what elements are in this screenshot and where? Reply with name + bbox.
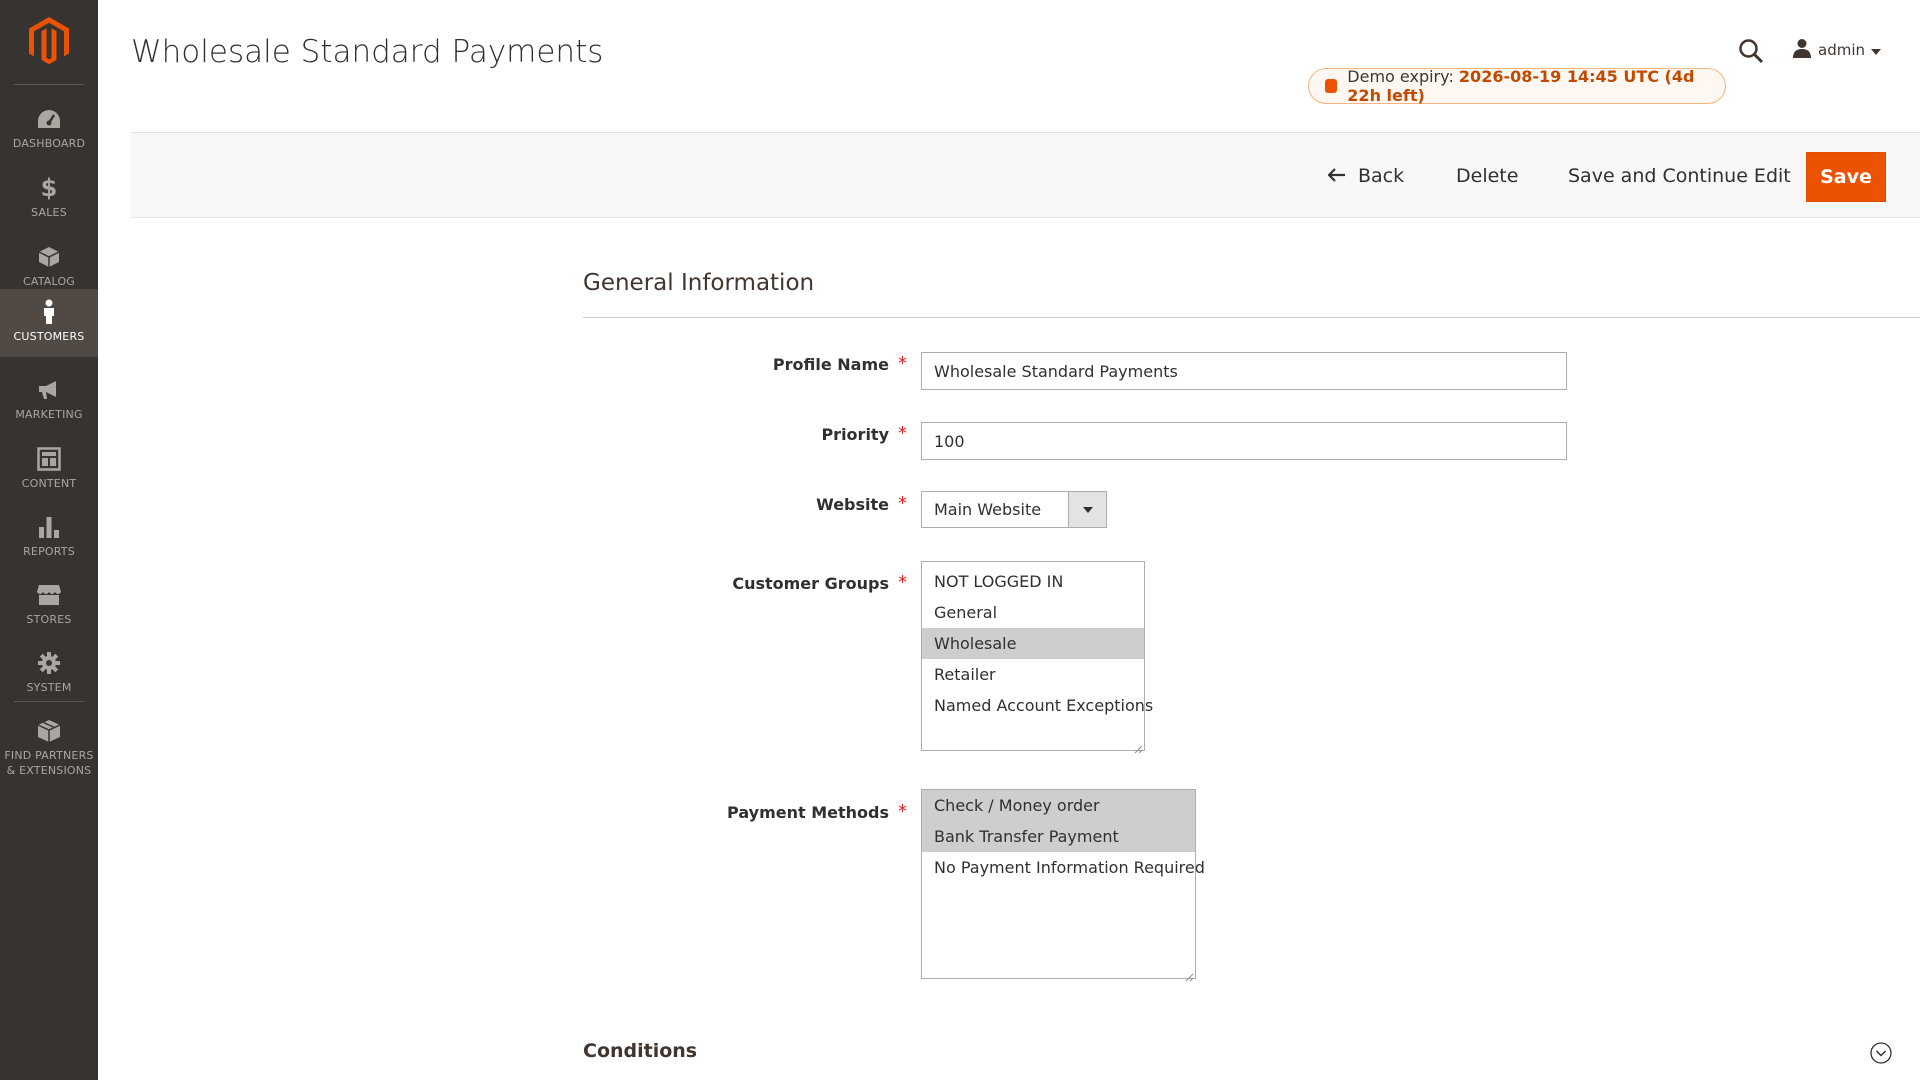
- sidebar-item-system[interactable]: SYSTEM: [0, 640, 98, 708]
- payment-methods-label: Payment Methods: [727, 803, 889, 822]
- admin-user-menu[interactable]: admin: [1792, 38, 1881, 62]
- search-icon[interactable]: [1738, 38, 1764, 64]
- required-marker: *: [898, 801, 907, 822]
- section-divider: [583, 317, 1920, 318]
- arrow-left-icon: [1327, 165, 1346, 187]
- back-button[interactable]: Back: [1327, 133, 1405, 219]
- chevron-down-icon: [1871, 41, 1881, 59]
- resize-handle-icon[interactable]: [1184, 967, 1194, 982]
- payment-method-option[interactable]: No Payment Information Required: [922, 852, 1205, 883]
- required-marker: *: [898, 493, 907, 514]
- website-select[interactable]: Main Website: [921, 491, 1107, 528]
- customer-group-option[interactable]: Named Account Exceptions: [922, 690, 1153, 721]
- sidebar-item-label: FIND PARTNERS & EXTENSIONS: [4, 748, 93, 778]
- sidebar-item-content[interactable]: CONTENT: [0, 436, 98, 504]
- status-square-icon: [1325, 79, 1338, 93]
- sidebar-item-stores[interactable]: STORES: [0, 572, 98, 640]
- required-marker: *: [898, 353, 907, 374]
- sidebar-item-label: CUSTOMERS: [13, 330, 85, 343]
- resize-handle-icon[interactable]: [1133, 739, 1143, 754]
- admin-sidebar: DASHBOARD $ SALES CATALOG CUSTOMERS MARK…: [0, 0, 98, 1080]
- box-icon: [38, 244, 60, 270]
- back-button-label: Back: [1358, 165, 1405, 187]
- sidebar-item-label-line1: FIND PARTNERS: [4, 749, 94, 762]
- payment-method-option-selected[interactable]: Bank Transfer Payment: [922, 821, 1195, 852]
- store-icon: [36, 582, 62, 608]
- page-title: Wholesale Standard Payments: [131, 34, 604, 70]
- required-marker: *: [898, 423, 907, 444]
- customer-group-option[interactable]: NOT LOGGED IN: [922, 566, 1144, 597]
- section-title-general-information: General Information: [583, 270, 815, 296]
- website-label: Website: [816, 495, 889, 514]
- user-icon: [1792, 38, 1812, 62]
- dashboard-icon: [36, 106, 62, 132]
- sidebar-item-label: STORES: [26, 613, 72, 626]
- sidebar-item-label: DASHBOARD: [12, 137, 86, 150]
- magento-logo[interactable]: [27, 16, 71, 66]
- customer-group-option[interactable]: General: [922, 597, 1144, 628]
- sidebar-divider: [14, 84, 84, 85]
- website-select-value: Main Website: [934, 500, 1042, 519]
- chevron-down-circle-icon[interactable]: [1870, 1042, 1892, 1064]
- dropdown-arrow-icon: [1068, 492, 1106, 527]
- demo-expiry-badge: Demo expiry: 2026-08-19 14:45 UTC (4d 22…: [1308, 67, 1726, 105]
- sidebar-item-customers[interactable]: CUSTOMERS: [0, 289, 98, 357]
- required-marker: *: [898, 572, 907, 593]
- sidebar-item-label: REPORTS: [23, 545, 75, 558]
- customer-groups-label: Customer Groups: [732, 574, 889, 593]
- sidebar-item-sales[interactable]: $ SALES: [0, 165, 98, 233]
- person-icon: [41, 299, 57, 325]
- sidebar-item-label: CATALOG: [22, 275, 76, 288]
- save-and-continue-button[interactable]: Save and Continue Edit: [1568, 133, 1791, 219]
- sidebar-item-label-line2: & EXTENSIONS: [6, 764, 92, 777]
- priority-label: Priority: [821, 425, 889, 444]
- delete-button[interactable]: Delete: [1456, 133, 1518, 219]
- priority-input[interactable]: [921, 422, 1567, 460]
- page-actions-bar: Back Delete Save and Continue Edit Save: [131, 132, 1920, 218]
- save-button[interactable]: Save: [1806, 152, 1886, 202]
- sidebar-item-reports[interactable]: REPORTS: [0, 504, 98, 572]
- bar-chart-icon: [37, 514, 61, 540]
- sidebar-item-label: SYSTEM: [26, 681, 72, 694]
- customer-group-option-selected[interactable]: Wholesale: [922, 628, 1144, 659]
- sidebar-item-label: CONTENT: [21, 477, 77, 490]
- profile-name-input[interactable]: [921, 352, 1567, 390]
- sidebar-item-dashboard[interactable]: DASHBOARD: [0, 96, 98, 164]
- payment-method-option-selected[interactable]: Check / Money order: [922, 790, 1195, 821]
- gear-icon: [37, 650, 61, 676]
- sidebar-item-label: MARKETING: [15, 408, 83, 421]
- sidebar-divider: [14, 701, 84, 702]
- customer-group-option[interactable]: Retailer: [922, 659, 1144, 690]
- cube-icon: [37, 718, 61, 744]
- customer-groups-multiselect[interactable]: NOT LOGGED IN General Wholesale Retailer…: [921, 561, 1153, 754]
- profile-name-label: Profile Name: [772, 355, 889, 374]
- megaphone-icon: [36, 377, 62, 403]
- demo-expiry-label: Demo expiry:: [1347, 67, 1454, 86]
- sidebar-item-label: SALES: [31, 206, 67, 219]
- sidebar-item-find-partners[interactable]: FIND PARTNERS & EXTENSIONS: [0, 708, 98, 792]
- layout-icon: [37, 446, 61, 472]
- sidebar-item-marketing[interactable]: MARKETING: [0, 367, 98, 435]
- dollar-icon: $: [40, 174, 58, 202]
- section-title-conditions[interactable]: Conditions: [583, 1040, 697, 1062]
- user-name: admin: [1818, 41, 1865, 59]
- payment-methods-multiselect[interactable]: Check / Money order Bank Transfer Paymen…: [921, 789, 1205, 982]
